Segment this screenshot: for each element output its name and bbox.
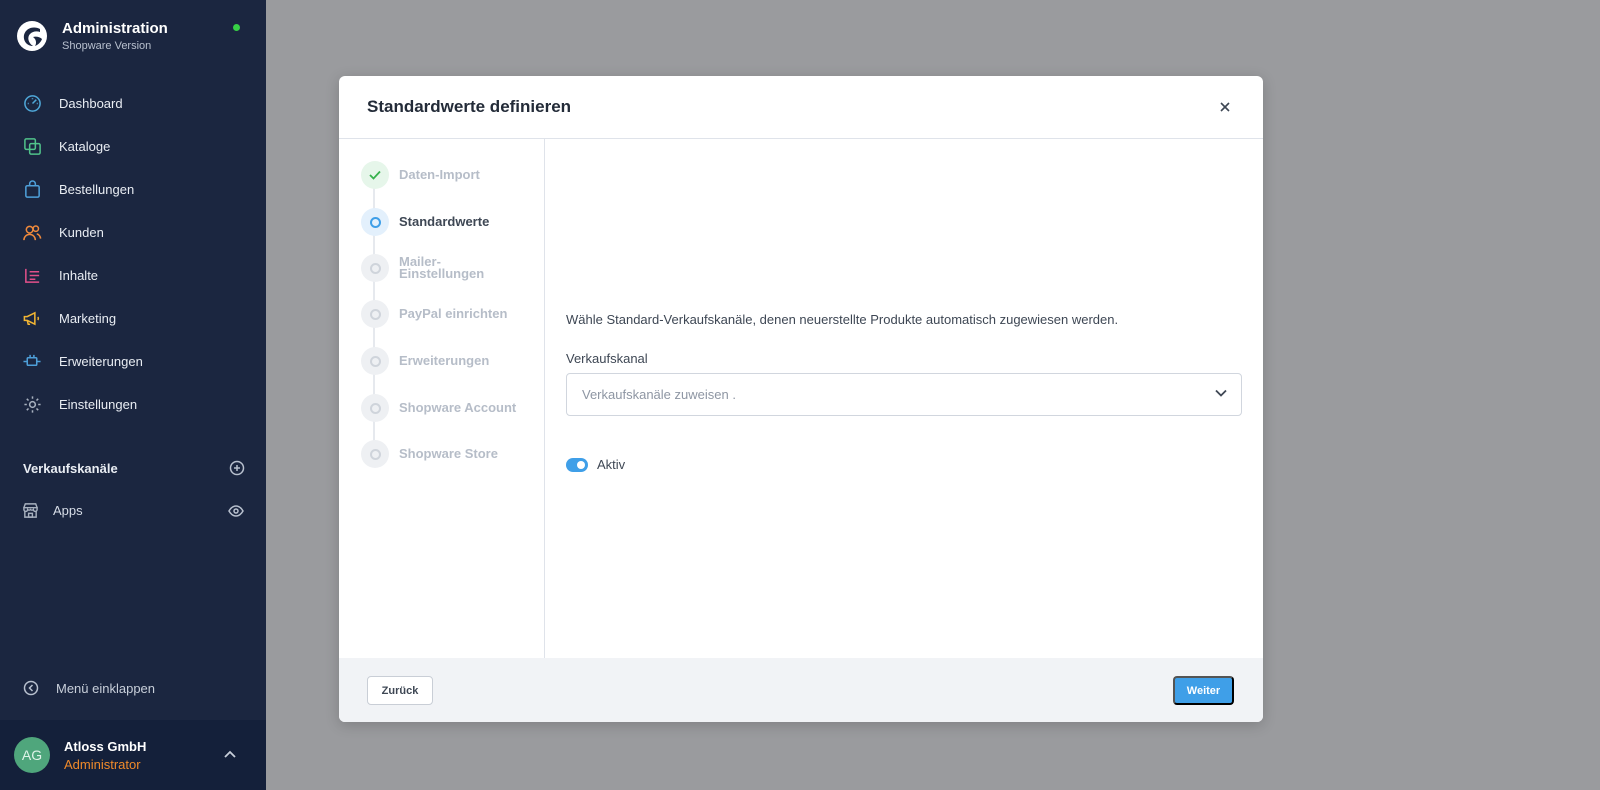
- active-toggle-label: Aktiv: [597, 457, 626, 472]
- sales-channels-header: Verkaufskanäle: [23, 460, 245, 476]
- chevron-down-icon: [1215, 389, 1227, 397]
- sidebar-item-label: Inhalte: [59, 268, 99, 283]
- first-run-wizard-modal: Standardwerte definieren Daten-Import St…: [339, 76, 1263, 722]
- sidebar-item-label: Erweiterungen: [59, 354, 143, 369]
- close-icon[interactable]: [1217, 99, 1233, 115]
- step-label: Mailer- Einstellungen: [399, 254, 485, 281]
- store-icon: [23, 503, 38, 518]
- step-pending-indicator: [361, 347, 389, 375]
- step-standardwerte[interactable]: Standardwerte: [361, 208, 489, 236]
- add-circle-icon[interactable]: [229, 460, 245, 476]
- user-name: Atloss GmbH: [64, 738, 147, 754]
- customers-icon: [22, 223, 42, 243]
- back-button[interactable]: Zurück: [367, 676, 433, 705]
- sidebar-item-erweiterungen[interactable]: Erweiterungen: [0, 340, 266, 383]
- modal-body: Daten-Import Standardwerte Mailer- Einst…: [339, 139, 1263, 658]
- sidebar-item-marketing[interactable]: Marketing: [0, 297, 266, 340]
- step-label: Standardwerte: [399, 214, 490, 229]
- brand-subtitle: Shopware Version: [62, 40, 152, 52]
- next-button[interactable]: Weiter: [1173, 676, 1234, 705]
- step-done-indicator: [361, 161, 389, 189]
- user-role: Administrator: [64, 756, 141, 772]
- ring-icon: [369, 448, 381, 460]
- ring-icon: [369, 262, 381, 274]
- chevron-up-icon[interactable]: [224, 750, 236, 758]
- orders-bag-icon: [22, 180, 42, 200]
- main-nav: Dashboard Kataloge Bestellungen Kunden I…: [0, 82, 266, 426]
- step-label: Erweiterungen: [399, 353, 490, 368]
- avatar: AG: [14, 737, 50, 773]
- status-dot: [233, 24, 240, 31]
- step-label: Daten-Import: [399, 167, 480, 182]
- step-paypal[interactable]: PayPal einrichten: [361, 300, 507, 328]
- step-label: Shopware Store: [399, 446, 498, 461]
- step-label: Shopware Account: [399, 400, 517, 415]
- sidebar-item-inhalte[interactable]: Inhalte: [0, 254, 266, 297]
- dashboard-icon: [22, 94, 42, 114]
- sidebar-item-label: Marketing: [59, 311, 117, 326]
- catalog-icon: [22, 137, 42, 157]
- step-pending-indicator: [361, 440, 389, 468]
- plug-icon: [22, 352, 42, 372]
- sidebar-item-label: Kataloge: [59, 139, 111, 154]
- apps-label: Apps: [53, 503, 83, 518]
- sidebar-item-label: Kunden: [59, 225, 104, 240]
- sales-channels-label: Verkaufskanäle: [23, 460, 118, 476]
- collapse-menu-button[interactable]: Menü einklappen: [23, 680, 155, 696]
- sidebar-item-bestellungen[interactable]: Bestellungen: [0, 168, 266, 211]
- step-label: PayPal einrichten: [399, 306, 508, 321]
- sidebar-item-dashboard[interactable]: Dashboard: [0, 82, 266, 125]
- ring-icon: [369, 308, 381, 320]
- sidebar-item-apps[interactable]: Apps: [22, 502, 244, 519]
- modal-header: Standardwerte definieren: [339, 76, 1263, 139]
- ring-icon: [369, 355, 381, 367]
- step-pending-indicator: [361, 300, 389, 328]
- content-icon: [22, 266, 42, 286]
- step-mailer[interactable]: Mailer- Einstellungen: [361, 254, 484, 282]
- modal-title: Standardwerte definieren: [367, 97, 572, 116]
- gear-icon: [22, 395, 42, 415]
- user-menu[interactable]: AG Atloss GmbH Administrator: [0, 720, 266, 790]
- wizard-steps: Daten-Import Standardwerte Mailer- Einst…: [339, 139, 545, 658]
- megaphone-icon: [22, 309, 42, 329]
- chevron-left-circle-icon: [23, 680, 39, 696]
- ring-icon: [369, 216, 381, 228]
- step-pending-indicator: [361, 254, 389, 282]
- active-toggle[interactable]: [566, 457, 588, 472]
- sidebar-item-kataloge[interactable]: Kataloge: [0, 125, 266, 168]
- step-content: Wähle Standard-Verkaufskanäle, denen neu…: [566, 139, 1242, 658]
- sidebar: Administration Shopware Version Dashboar…: [0, 0, 266, 790]
- step-shopware-store[interactable]: Shopware Store: [361, 440, 498, 468]
- shopware-logo-icon: [17, 21, 47, 51]
- step-active-indicator: [361, 208, 389, 236]
- eye-icon[interactable]: [228, 504, 244, 517]
- step-description: Wähle Standard-Verkaufskanäle, denen neu…: [566, 312, 1119, 327]
- sidebar-item-kunden[interactable]: Kunden: [0, 211, 266, 254]
- step-erweiterungen[interactable]: Erweiterungen: [361, 347, 489, 375]
- sales-channel-select[interactable]: Verkaufskanäle zuweisen .: [566, 373, 1242, 416]
- step-pending-indicator: [361, 394, 389, 422]
- select-placeholder: Verkaufskanäle zuweisen .: [582, 387, 736, 402]
- sidebar-item-label: Bestellungen: [59, 182, 135, 197]
- step-daten-import[interactable]: Daten-Import: [361, 161, 480, 189]
- sales-channel-field-label: Verkaufskanal: [566, 351, 648, 366]
- brand[interactable]: Administration Shopware Version: [16, 18, 246, 54]
- sidebar-item-label: Dashboard: [59, 96, 123, 111]
- modal-footer: Zurück Weiter: [339, 658, 1263, 722]
- check-icon: [369, 170, 381, 180]
- collapse-menu-label: Menü einklappen: [56, 680, 156, 696]
- step-shopware-account[interactable]: Shopware Account: [361, 394, 516, 422]
- brand-title: Administration: [62, 20, 168, 37]
- active-toggle-row: Aktiv: [566, 457, 625, 472]
- ring-icon: [369, 402, 381, 414]
- sidebar-item-einstellungen[interactable]: Einstellungen: [0, 383, 266, 426]
- sidebar-item-label: Einstellungen: [59, 397, 138, 412]
